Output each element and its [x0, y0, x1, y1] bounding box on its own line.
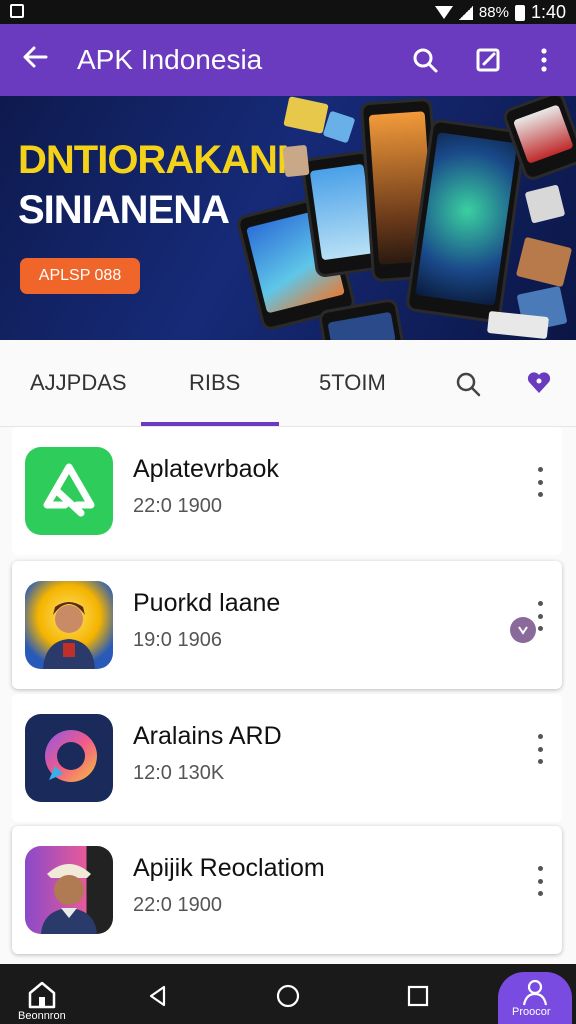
more-options-icon[interactable]	[534, 866, 546, 896]
app-meta: 22:0 1900	[133, 495, 222, 517]
home-icon[interactable]	[22, 974, 62, 1014]
home-label: Beonnron	[18, 1010, 66, 1022]
active-tab-indicator	[141, 422, 279, 426]
search-icon[interactable]	[407, 42, 443, 78]
tab-ribs[interactable]: RIBS	[189, 370, 240, 396]
app-meta: 12:0 130K	[133, 762, 225, 784]
profile-button[interactable]: Proocor	[498, 972, 572, 1024]
man-hat-icon	[25, 846, 113, 934]
battery-icon	[514, 4, 525, 21]
list-item[interactable]: Puorkd laane 19:0 1906	[12, 561, 562, 689]
system-nav-bar: Beonnron	[0, 964, 576, 1024]
clock: 1:40	[530, 2, 566, 22]
list-item[interactable]: Apijik Reoclatiom 22:0 1900	[12, 826, 562, 954]
banner-cta-button[interactable]: APLSP 088	[20, 258, 140, 294]
home-circle-icon[interactable]	[268, 976, 308, 1016]
edit-icon[interactable]	[470, 42, 506, 78]
installed-badge-icon	[510, 617, 536, 643]
app-meta: 22:0 1900	[133, 894, 222, 916]
favorite-heart-icon[interactable]	[526, 370, 552, 401]
tab-updates[interactable]: AJJPDAS	[30, 370, 127, 396]
recycle-icon	[25, 447, 113, 535]
app-bar: APK Indonesia	[0, 24, 576, 96]
back-arrow-icon[interactable]	[20, 42, 50, 80]
list-item[interactable]: Aplatevrbaok 22:0 1900	[12, 427, 562, 555]
wifi-icon	[434, 6, 453, 19]
recents-square-icon[interactable]	[398, 976, 438, 1016]
more-options-icon[interactable]	[534, 467, 546, 497]
tab-bar: AJJPDAS RIBS 5TOIM	[0, 340, 576, 427]
promo-banner[interactable]: DNTIORAKANN SINIANENA APLSP 088	[0, 96, 576, 340]
app-name: Aralains ARD	[133, 722, 282, 750]
app-meta: 19:0 1906	[133, 629, 222, 651]
tab-search-icon[interactable]	[454, 370, 482, 403]
banner-subheadline: SINIANENA	[18, 188, 230, 232]
app-name: Puorkd laane	[133, 589, 281, 617]
list-item[interactable]: Aralains ARD 12:0 130K	[12, 694, 562, 822]
more-options-icon[interactable]	[534, 734, 546, 764]
overflow-menu-icon[interactable]	[526, 42, 562, 78]
battery-percent: 88%	[478, 4, 509, 21]
chat-ring-icon	[25, 714, 113, 802]
banner-headline: DNTIORAKANN	[18, 138, 306, 182]
app-name: Aplatevrbaok	[133, 455, 279, 483]
app-name: Apijik Reoclatiom	[133, 854, 325, 882]
back-triangle-icon[interactable]	[138, 976, 178, 1016]
page-title: APK Indonesia	[77, 44, 263, 75]
profile-label: Proocor	[512, 1006, 551, 1018]
tab-store[interactable]: 5TOIM	[319, 370, 386, 396]
notification-icon	[10, 4, 24, 18]
status-bar: 88% 1:40	[0, 0, 576, 24]
signal-icon	[458, 5, 473, 20]
portrait-icon	[25, 581, 113, 669]
